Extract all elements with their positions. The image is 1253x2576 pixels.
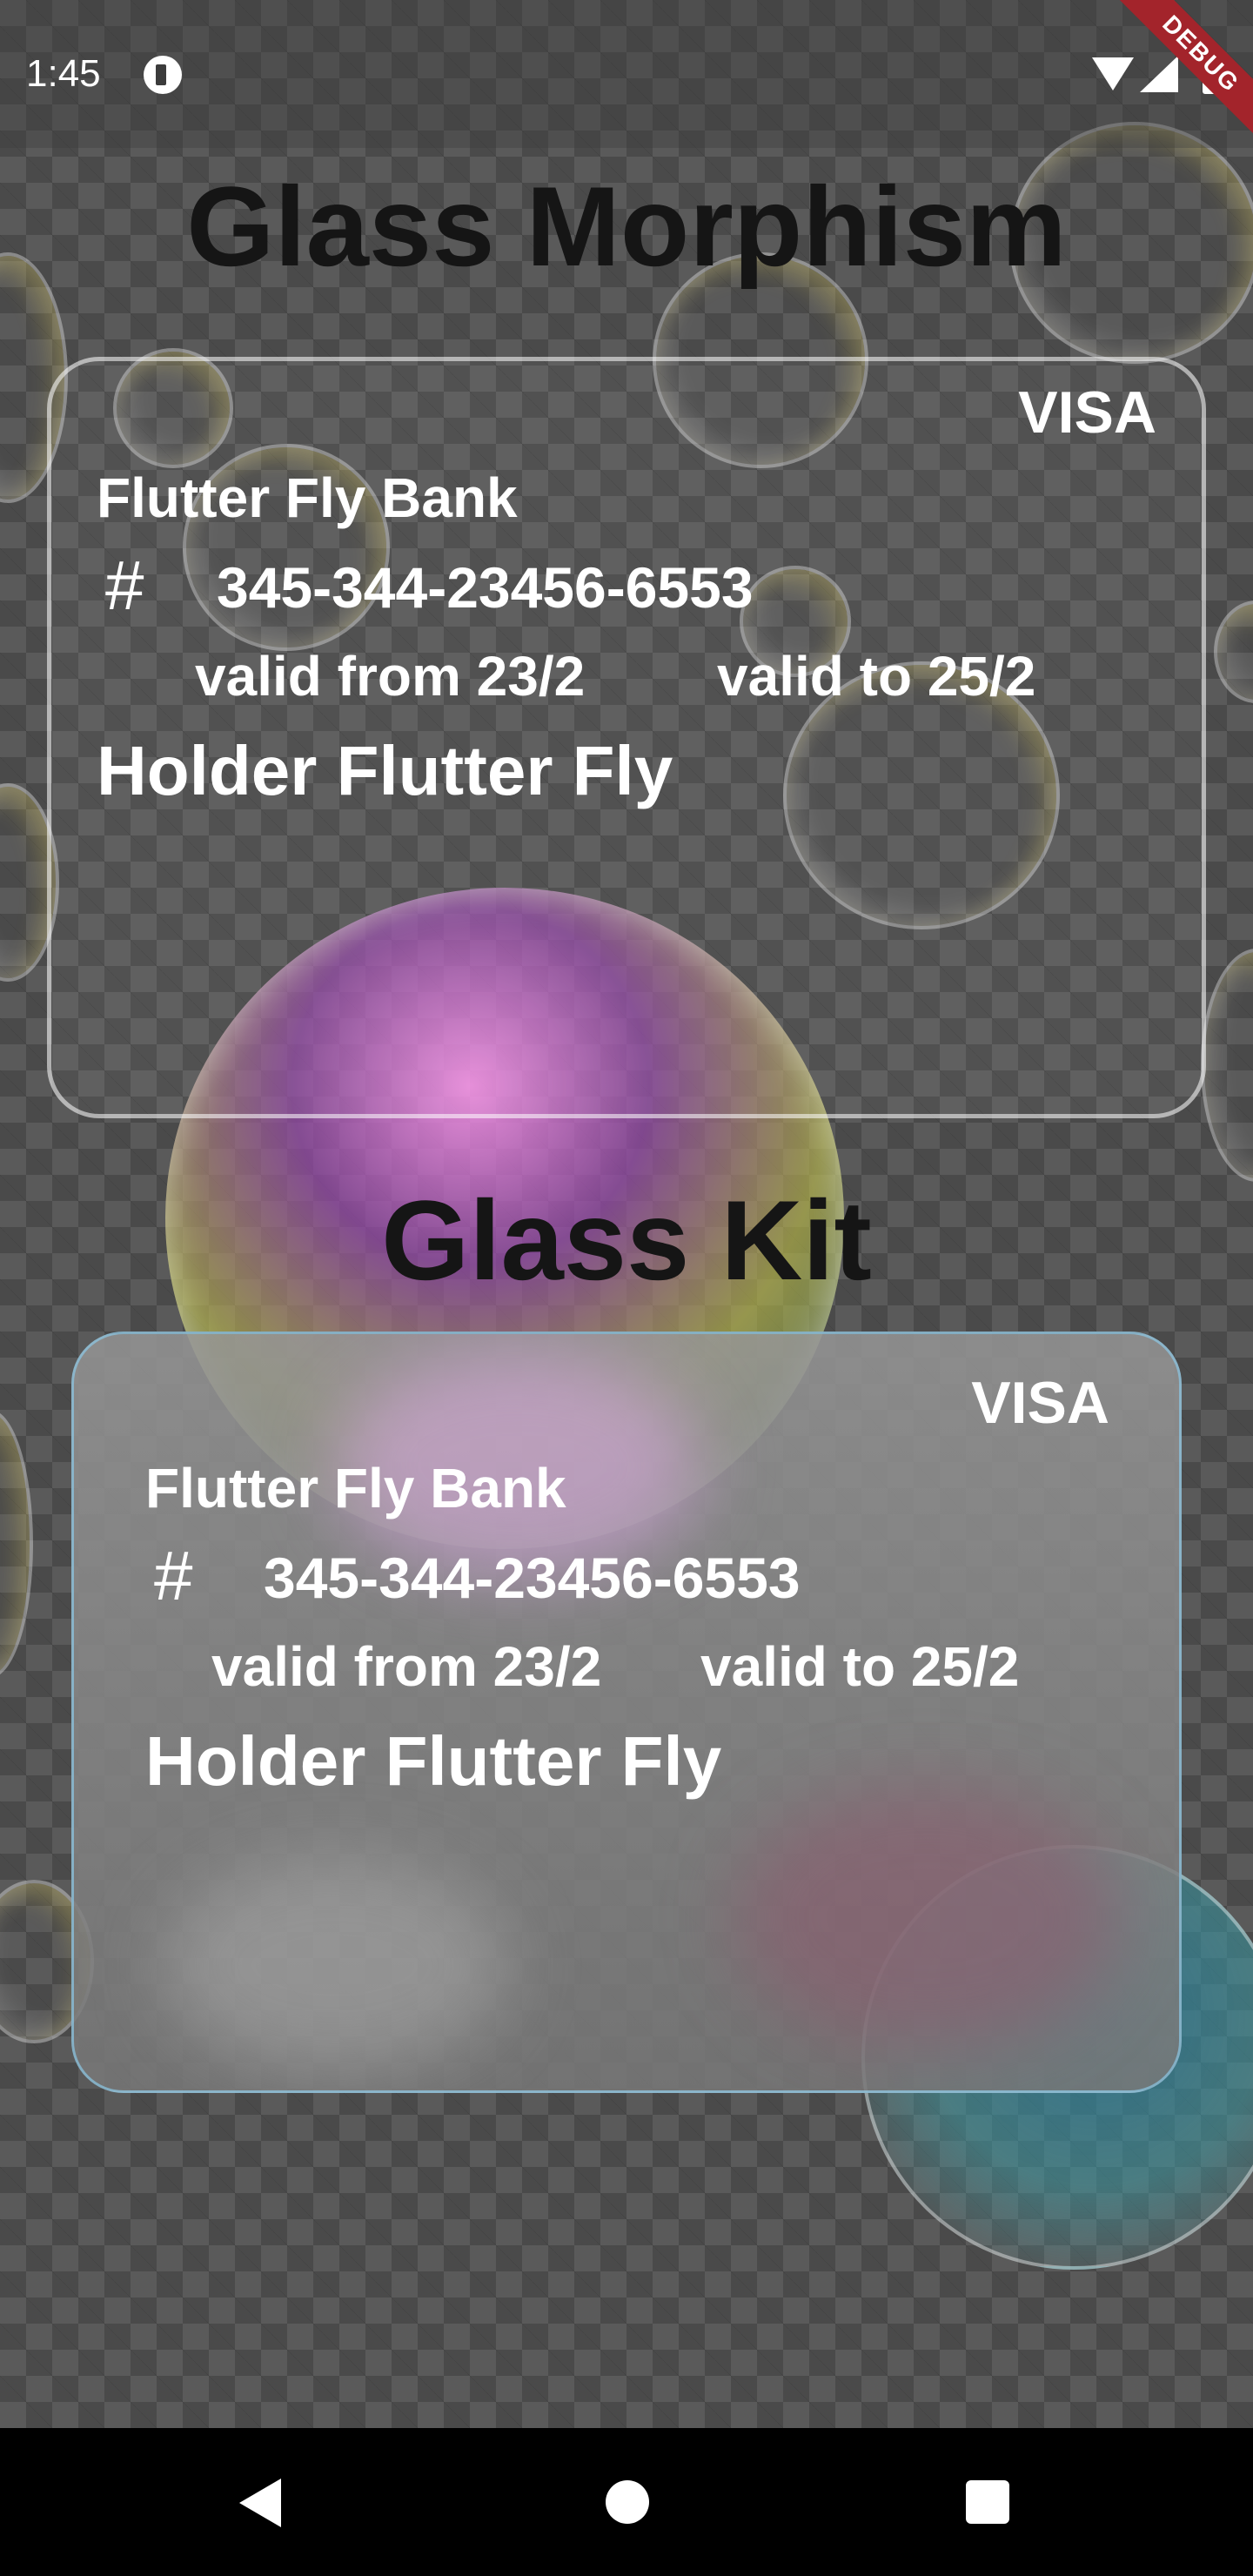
wifi-icon [1092,57,1134,91]
recent-apps-icon[interactable] [966,2480,1009,2524]
hash-icon: # [154,1537,193,1614]
home-icon[interactable] [606,2480,649,2524]
card-bank-name: Flutter Fly Bank [145,1457,566,1519]
card-brand: VISA [971,1370,1109,1436]
status-bar: 1:45 [0,0,1253,148]
card-number: 345-344-23456-6553 [217,555,754,620]
card-valid-to: valid to 25/2 [700,1635,1020,1698]
signal-icon [1140,56,1178,92]
back-icon[interactable] [239,2479,281,2527]
hash-icon: # [105,547,144,624]
system-nav-bar [0,2428,1253,2576]
bubble-decoration [1214,600,1253,703]
page-title-glass-kit: Glass Kit [381,1177,872,1304]
card-valid-from: valid from 23/2 [211,1635,602,1698]
card-holder: Holder Flutter Fly [145,1722,722,1800]
glass-morphism-card: VISA Flutter Fly Bank # 345-344-23456-65… [47,357,1206,1118]
app-notification-icon [144,56,182,94]
card-valid-to: valid to 25/2 [717,645,1036,708]
blur-highlight [161,1856,509,2074]
blur-highlight [735,1787,1118,2048]
card-number: 345-344-23456-6553 [264,1546,801,1610]
bubble-decoration [1201,949,1253,1182]
page-title-glass-morphism: Glass Morphism [186,163,1067,290]
status-time: 1:45 [26,52,101,95]
bubble-decoration [0,1410,33,1678]
card-holder: Holder Flutter Fly [97,732,673,809]
glass-kit-card: VISA Flutter Fly Bank # 345-344-23456-65… [71,1332,1182,2093]
card-valid-from: valid from 23/2 [195,645,586,708]
card-brand: VISA [1018,379,1156,446]
card-bank-name: Flutter Fly Bank [97,466,518,529]
